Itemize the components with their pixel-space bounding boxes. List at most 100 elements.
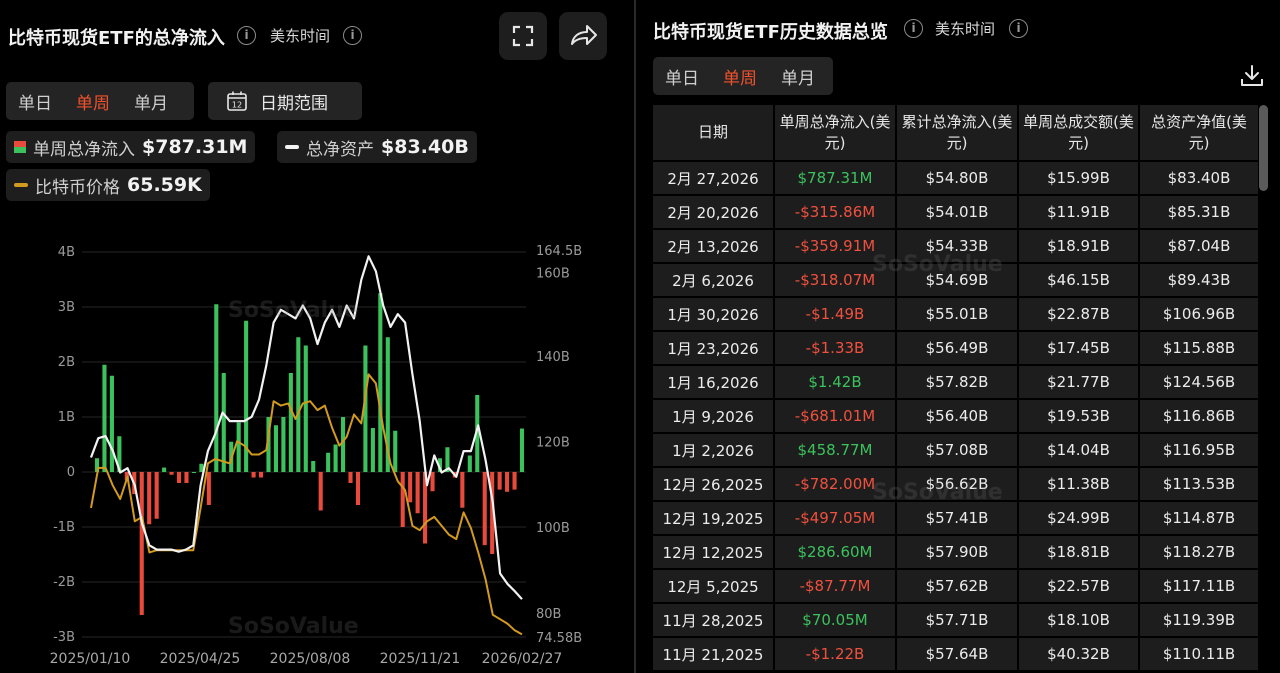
flow-bar: [318, 472, 323, 511]
cell-date: 12月 12,2025: [653, 535, 775, 570]
flow-bar: [139, 472, 144, 615]
cell-flow: -$1.49B: [774, 297, 897, 332]
flow-bar: [519, 428, 525, 472]
cell-cumulative: $54.80B: [896, 161, 1019, 196]
price-swatch: [14, 183, 28, 187]
flow-bar: [236, 422, 241, 472]
cell-cumulative: $54.33B: [896, 229, 1019, 264]
cell-cumulative: $56.49B: [896, 331, 1019, 366]
cell-nav: $124.56B: [1139, 365, 1260, 400]
tab-weekly[interactable]: 单周: [711, 64, 769, 89]
cell-volume: $18.91B: [1018, 229, 1140, 264]
cell-flow: $1.42B: [774, 365, 897, 400]
legend-price-value: 65.59K: [127, 174, 202, 196]
legend-flow[interactable]: 单周总净流入 $787.31M: [6, 131, 256, 163]
flow-bar: [460, 472, 465, 508]
tab-daily[interactable]: 单日: [653, 64, 711, 89]
flow-bar: [370, 428, 375, 472]
cell-date: 12月 5,2025: [653, 569, 775, 604]
table-row[interactable]: 1月 16,2026 $1.42B $57.82B $21.77B $124.56B: [653, 365, 1260, 400]
calendar-icon: 12: [227, 91, 247, 111]
table-row[interactable]: 2月 27,2026 $787.31M $54.80B $15.99B $83.40B: [653, 161, 1260, 196]
cell-date: 1月 16,2026: [653, 365, 775, 400]
share-button[interactable]: [559, 12, 607, 60]
table-row[interactable]: 11月 21,2025 -$1.22B $57.64B $40.32B $110.11B: [653, 637, 1260, 672]
col-header-nav[interactable]: 总资产净值(美元): [1139, 105, 1260, 162]
y-left-tick-label: -2B: [53, 575, 75, 590]
cell-date: 11月 28,2025: [653, 603, 775, 638]
date-range-button[interactable]: 12 日期范围: [208, 82, 362, 120]
table-row[interactable]: 1月 2,2026 $458.77M $57.08B $14.04B $116.95B: [653, 433, 1260, 468]
cell-nav: $87.04B: [1139, 229, 1260, 264]
tab-monthly[interactable]: 单月: [122, 89, 180, 114]
table-row[interactable]: 1月 30,2026 -$1.49B $55.01B $22.87B $106.96B: [653, 297, 1260, 332]
flow-bar: [288, 373, 293, 472]
info-icon[interactable]: i: [237, 26, 256, 45]
flow-chart[interactable]: 4B 3B 2B 1B 0 -1B -2B -3B 164.5B 160B 140B 120B 100…: [0, 230, 634, 673]
download-icon[interactable]: [1238, 62, 1266, 90]
tab-daily[interactable]: 单日: [6, 89, 64, 114]
flow-bar: [393, 430, 398, 472]
flow-bar: [251, 472, 256, 478]
cell-date: 2月 6,2026: [653, 263, 775, 298]
y-right-tick-label: 140B: [536, 350, 570, 365]
tab-monthly[interactable]: 单月: [769, 64, 827, 89]
cell-nav: $89.43B: [1139, 263, 1260, 298]
flow-bar: [221, 373, 226, 472]
cell-volume: $24.99B: [1018, 501, 1140, 536]
cell-volume: $46.15B: [1018, 263, 1140, 298]
flow-bar: [326, 452, 331, 472]
flow-bar: [176, 472, 182, 483]
table-row[interactable]: 1月 9,2026 -$681.01M $56.40B $19.53B $116.86B: [653, 399, 1260, 434]
cell-flow: -$87.77M: [774, 569, 897, 604]
info-icon[interactable]: i: [904, 19, 923, 38]
col-header-cumulative[interactable]: 累计总净流入(美元): [896, 105, 1019, 162]
cell-flow: -$497.05M: [774, 501, 897, 536]
y-left-tick-label: 1B: [58, 410, 75, 425]
legend-price[interactable]: 比特币价格 65.59K: [6, 169, 210, 201]
cell-date: 11月 21,2025: [653, 637, 775, 672]
table-row[interactable]: 11月 28,2025 $70.05M $57.71B $18.10B $119.39B: [653, 603, 1260, 638]
x-axis: 2025/01/10 2025/04/25 2025/08/08 2025/11/21…: [50, 651, 563, 667]
cell-volume: $14.04B: [1018, 433, 1140, 468]
calendar-icon-text: 12: [232, 101, 242, 110]
cell-flow: -$681.01M: [774, 399, 897, 434]
flow-bar: [147, 472, 152, 525]
info-icon[interactable]: i: [1009, 19, 1028, 38]
cell-date: 1月 9,2026: [653, 399, 775, 434]
table-row[interactable]: 1月 23,2026 -$1.33B $56.49B $17.45B $115.88B: [653, 331, 1260, 366]
fullscreen-icon: [512, 25, 534, 47]
table-row[interactable]: 12月 12,2025 $286.60M $57.90B $18.81B $118.27…: [653, 535, 1260, 570]
col-header-volume[interactable]: 单周总成交额(美元): [1018, 105, 1140, 162]
info-icon[interactable]: i: [343, 26, 362, 45]
legend-flow-value: $787.31M: [142, 136, 248, 158]
tab-weekly[interactable]: 单周: [64, 89, 122, 114]
table-row[interactable]: 12月 26,2025 -$782.00M $56.62B $11.38B $113.5…: [653, 467, 1260, 502]
flow-bars: [94, 293, 525, 615]
fullscreen-button[interactable]: [499, 12, 547, 60]
table-row[interactable]: 2月 20,2026 -$315.86M $54.01B $11.91B $85.31B: [653, 195, 1260, 230]
cell-flow: -$1.33B: [774, 331, 897, 366]
col-header-flow[interactable]: 单周总净流入(美元): [774, 105, 897, 162]
flow-bar: [400, 472, 405, 527]
cell-date: 12月 19,2025: [653, 501, 775, 536]
table-row[interactable]: 12月 19,2025 -$497.05M $57.41B $24.99B $114.8…: [653, 501, 1260, 536]
cell-nav: $113.53B: [1139, 467, 1260, 502]
cell-nav: $106.96B: [1139, 297, 1260, 332]
legend-assets-label: 总净资产: [306, 139, 374, 160]
table-row[interactable]: 2月 13,2026 -$359.91M $54.33B $18.91B $87.04B: [653, 229, 1260, 264]
flow-bar: [311, 461, 316, 472]
period-tabs: 单日 单周 单月: [6, 82, 194, 120]
col-header-date[interactable]: 日期: [653, 105, 775, 162]
table-scrollbar[interactable]: [1259, 105, 1268, 191]
cell-cumulative: $57.90B: [896, 535, 1019, 570]
cell-flow: $458.77M: [774, 433, 897, 468]
flow-bar: [415, 472, 420, 514]
legend-assets[interactable]: 总净资产 $83.40B: [277, 131, 477, 163]
share-icon: [571, 25, 597, 45]
table-row[interactable]: 2月 6,2026 -$318.07M $54.69B $46.15B $89.43B: [653, 263, 1260, 298]
cell-nav: $117.11B: [1139, 569, 1260, 604]
table-row[interactable]: 12月 5,2025 -$87.77M $57.62B $22.57B $117.11B: [653, 569, 1260, 604]
y-left-tick-label: 3B: [58, 300, 75, 315]
cell-nav: $83.40B: [1139, 161, 1260, 196]
